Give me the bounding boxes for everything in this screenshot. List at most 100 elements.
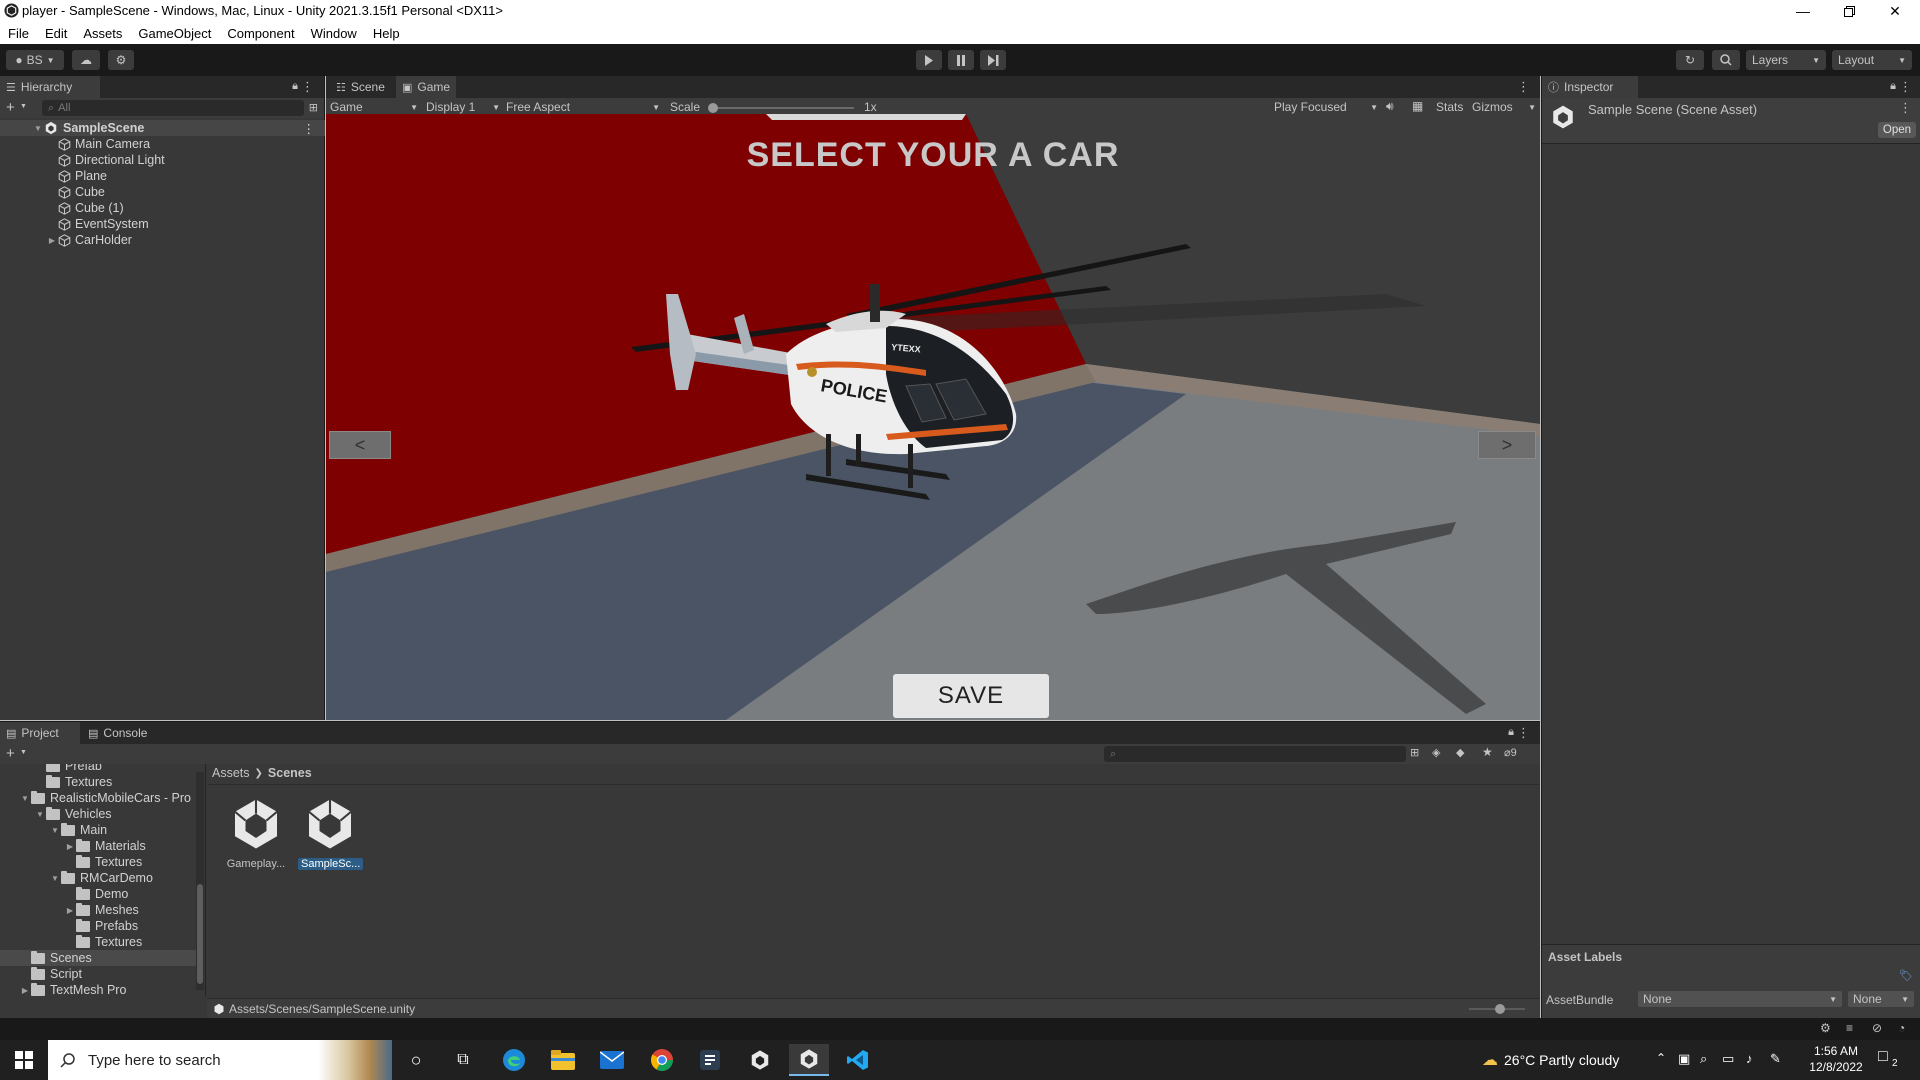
assetbundle-variant-dropdown[interactable]: None ▼ bbox=[1848, 991, 1914, 1007]
debug-icon[interactable]: ⚙ bbox=[1820, 1021, 1831, 1035]
breadcrumb-scenes[interactable]: Scenes bbox=[268, 766, 312, 780]
project-tree-item[interactable]: ▼ RealisticMobileCars - Pro bbox=[0, 790, 196, 806]
cortana-button[interactable]: ○ bbox=[396, 1044, 436, 1076]
taskbar-search-input[interactable]: Type here to search bbox=[48, 1040, 392, 1080]
expanded-arrow-icon[interactable]: ▼ bbox=[49, 874, 61, 883]
icon-size-slider[interactable] bbox=[1469, 1004, 1525, 1014]
play-focus-dropdown[interactable]: Play Focused ▼ bbox=[1274, 100, 1378, 114]
chevron-down-icon[interactable]: ▼ bbox=[20, 749, 27, 756]
tab-hierarchy[interactable]: ☰ Hierarchy bbox=[0, 76, 100, 98]
stats-button[interactable]: Stats bbox=[1436, 100, 1463, 114]
kebab-menu-icon[interactable]: ⋮ bbox=[303, 121, 316, 136]
camera-icon[interactable]: ▣ bbox=[1678, 1051, 1690, 1067]
lock-icon[interactable]: 🔒︎ bbox=[292, 80, 298, 93]
project-tree-item[interactable]: Scenes bbox=[0, 950, 196, 966]
display-dropdown[interactable]: Display 1 ▼ bbox=[426, 100, 500, 114]
project-tree-item[interactable]: ▶ TextMesh Pro bbox=[0, 982, 196, 996]
undo-history-button[interactable]: ↻ bbox=[1676, 50, 1704, 70]
hierarchy-item[interactable]: EventSystem bbox=[0, 216, 325, 232]
project-tree-item[interactable]: ▶ Materials bbox=[0, 838, 196, 854]
search-filter-icon[interactable]: ⊞ bbox=[309, 101, 318, 114]
close-icon[interactable]: ✕ bbox=[1872, 0, 1918, 22]
layers-dropdown[interactable]: Layers ▼ bbox=[1746, 50, 1826, 70]
expanded-arrow-icon[interactable]: ▼ bbox=[49, 826, 61, 835]
speaker-icon[interactable]: 🔊︎ bbox=[1386, 99, 1394, 114]
game-viewport[interactable]: POLICE YTEXX SELECT YOUR A CAR < > SAVE bbox=[326, 114, 1540, 720]
previous-car-button[interactable]: < bbox=[329, 431, 391, 459]
scene-root[interactable]: ▼ SampleScene ⋮ bbox=[0, 120, 325, 136]
pen-icon[interactable]: ✎ bbox=[1770, 1051, 1781, 1067]
icon-size-slider-thumb[interactable] bbox=[1495, 1004, 1505, 1014]
asset-samplescene[interactable]: SampleSc... bbox=[298, 796, 364, 870]
microphone-icon[interactable]: ⌕ bbox=[1700, 1051, 1707, 1067]
project-tree-item[interactable]: Demo bbox=[0, 886, 196, 902]
tree-scrollbar-thumb[interactable] bbox=[197, 884, 203, 984]
minimize-icon[interactable]: — bbox=[1780, 0, 1826, 22]
clock[interactable]: 1:56 AM 12/8/2022 bbox=[1806, 1043, 1866, 1075]
label-icon[interactable]: ◆ bbox=[1456, 746, 1464, 759]
project-tree-item[interactable]: Textures bbox=[0, 854, 196, 870]
kebab-menu-icon[interactable]: ⋮ bbox=[1899, 100, 1912, 116]
favorite-star-icon[interactable]: ★ bbox=[1482, 745, 1493, 759]
hidden-packages-button[interactable]: ⌀9 bbox=[1504, 746, 1517, 759]
next-car-button[interactable]: > bbox=[1478, 431, 1536, 459]
scale-slider[interactable] bbox=[708, 103, 854, 113]
project-tree-item[interactable]: ▼ Vehicles bbox=[0, 806, 196, 822]
collapsed-arrow-icon[interactable]: ▶ bbox=[19, 986, 31, 995]
taskbar-chrome[interactable] bbox=[642, 1044, 682, 1076]
taskbar-unity-active[interactable] bbox=[789, 1044, 829, 1076]
project-tree-item[interactable]: Prefabs bbox=[0, 918, 196, 934]
kebab-menu-icon[interactable]: ⋮ bbox=[301, 79, 314, 95]
project-search-input[interactable]: ⌕ bbox=[1104, 746, 1406, 762]
progress-icon[interactable]: ◔ bbox=[1898, 1021, 1905, 1035]
menu-edit[interactable]: Edit bbox=[37, 26, 75, 41]
project-tree-item[interactable]: Script bbox=[0, 966, 196, 982]
collapsed-arrow-icon[interactable]: ▶ bbox=[46, 236, 58, 245]
kebab-menu-icon[interactable]: ⋮ bbox=[1899, 79, 1912, 95]
network-icon[interactable]: ▭ bbox=[1722, 1051, 1734, 1067]
assetbundle-dropdown[interactable]: None ▼ bbox=[1638, 991, 1842, 1007]
notification-center-button[interactable]: □ 2 bbox=[1878, 1048, 1904, 1072]
scale-slider-thumb[interactable] bbox=[708, 103, 718, 113]
menu-gameobject[interactable]: GameObject bbox=[130, 26, 219, 41]
project-tree-item[interactable]: ▶ Meshes bbox=[0, 902, 196, 918]
aspect-dropdown[interactable]: Free Aspect ▼ bbox=[506, 100, 660, 114]
chevron-down-icon[interactable]: ▼ bbox=[20, 103, 27, 110]
tab-console[interactable]: ▤ Console bbox=[82, 722, 162, 744]
taskbar-unity-hub[interactable] bbox=[690, 1044, 730, 1076]
expanded-arrow-icon[interactable]: ▼ bbox=[34, 810, 46, 819]
project-tree-item[interactable]: ▼ Main bbox=[0, 822, 196, 838]
project-tree-item[interactable]: Textures bbox=[0, 774, 196, 790]
project-tree-item[interactable]: ▼ RMCarDemo bbox=[0, 870, 196, 886]
expanded-arrow-icon[interactable]: ▼ bbox=[32, 124, 44, 133]
chevron-up-icon[interactable]: ⌃ bbox=[1656, 1051, 1666, 1065]
task-view-button[interactable]: ⧉ bbox=[443, 1044, 483, 1076]
layers-status-icon[interactable]: ≡ bbox=[1846, 1021, 1853, 1035]
collab-button[interactable]: ⚙ bbox=[108, 50, 134, 70]
taskbar-unity[interactable] bbox=[740, 1044, 780, 1076]
project-tree-item[interactable]: Prefab bbox=[0, 764, 196, 774]
expanded-arrow-icon[interactable]: ▼ bbox=[19, 794, 31, 803]
menu-component[interactable]: Component bbox=[219, 26, 302, 41]
tab-inspector[interactable]: ⓘ Inspector bbox=[1542, 76, 1638, 98]
taskbar-mail[interactable] bbox=[592, 1044, 632, 1076]
network-icon[interactable]: ⊘ bbox=[1872, 1021, 1882, 1035]
breadcrumb-assets[interactable]: Assets bbox=[212, 766, 250, 780]
restore-icon[interactable] bbox=[1826, 0, 1872, 22]
tree-scrollbar[interactable] bbox=[196, 772, 204, 990]
lock-icon[interactable]: 🔒︎ bbox=[1890, 80, 1896, 93]
hierarchy-search-input[interactable]: ⌕ All bbox=[42, 100, 304, 116]
kebab-menu-icon[interactable]: ⋮ bbox=[1517, 725, 1530, 741]
layout-dropdown[interactable]: Layout ▼ bbox=[1832, 50, 1912, 70]
menu-help[interactable]: Help bbox=[365, 26, 408, 41]
menu-file[interactable]: File bbox=[0, 26, 37, 41]
taskbar-file-explorer[interactable] bbox=[543, 1044, 583, 1076]
open-button[interactable]: Open bbox=[1878, 122, 1916, 138]
search-button[interactable] bbox=[1712, 50, 1740, 70]
hierarchy-item[interactable]: Cube bbox=[0, 184, 325, 200]
hierarchy-item[interactable]: Main Camera bbox=[0, 136, 325, 152]
lock-icon[interactable]: 🔒︎ bbox=[1508, 726, 1514, 739]
volume-icon[interactable]: ♪ bbox=[1746, 1051, 1753, 1066]
step-button[interactable] bbox=[980, 50, 1006, 70]
cloud-button[interactable]: ☁ bbox=[72, 50, 100, 70]
